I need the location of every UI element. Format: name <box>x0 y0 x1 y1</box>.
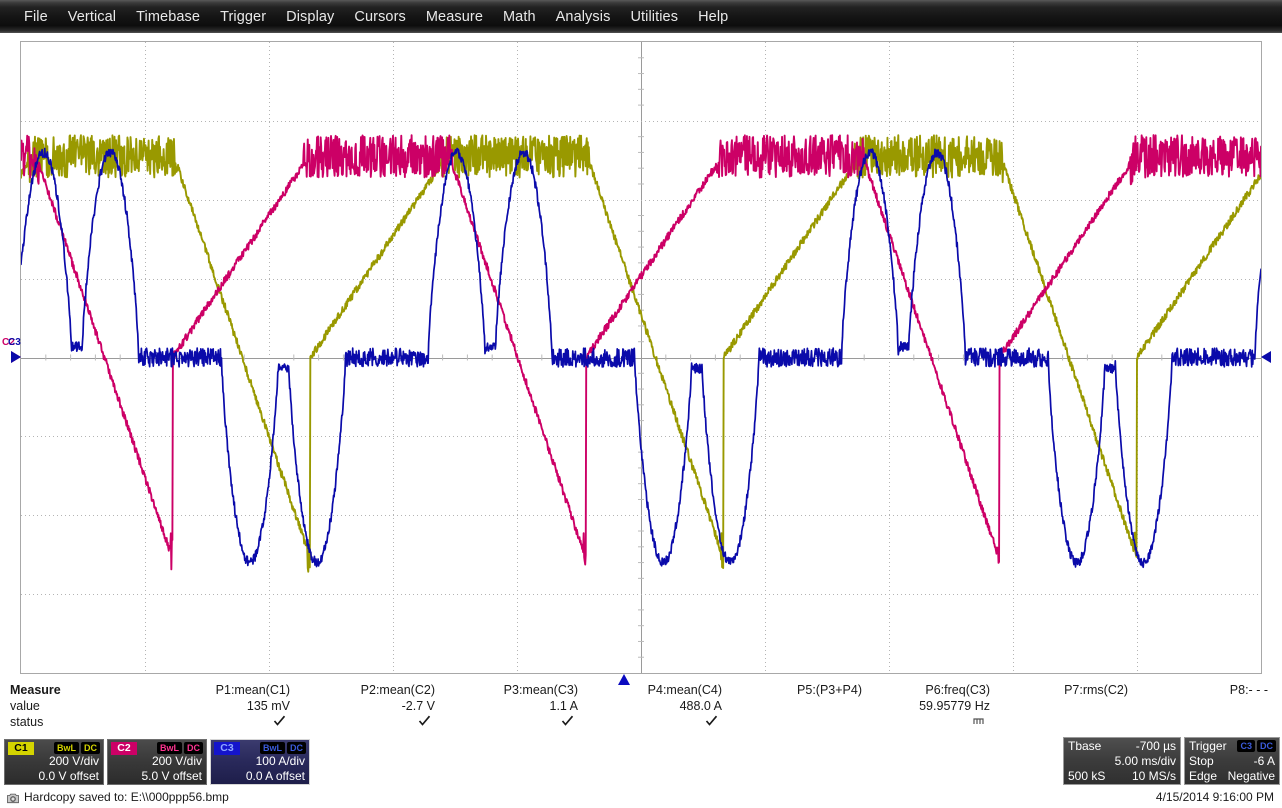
menu-file[interactable]: File <box>14 9 58 25</box>
channel-badge-c3[interactable]: C3 BwL DC 100 A/div 0.0 A offset <box>210 739 310 785</box>
channel-scale-c1: 200 V/div <box>48 754 99 768</box>
measure-p4-name[interactable]: P4:mean(C4) <box>648 683 722 697</box>
measure-panel[interactable]: Measure value status P1:mean(C1) 135 mV P2… <box>0 681 1282 737</box>
menu-vertical[interactable]: Vertical <box>58 9 126 25</box>
menu-trigger[interactable]: Trigger <box>210 9 276 25</box>
marker-c3-ground[interactable] <box>11 350 21 363</box>
status-message: Hardcopy saved to: E:\\000ppp56.bmp <box>24 790 229 804</box>
channel-descriptor-bar: C1 BwL DC 200 V/div 0.0 V offset C2 BwL DC 200 V… <box>4 739 310 785</box>
trace-c2 <box>21 134 1261 571</box>
timebase-memory: 500 kS <box>1068 769 1106 783</box>
channel-tag-c2[interactable]: C2 <box>111 742 137 755</box>
menu-cursors[interactable]: Cursors <box>344 9 415 25</box>
trigger-coupling-flag: DC <box>1257 740 1276 752</box>
measure-p3-name[interactable]: P3:mean(C3) <box>504 683 578 697</box>
coupling-flag-c1[interactable]: DC <box>81 742 100 754</box>
coupling-flag-c2[interactable]: DC <box>184 742 203 754</box>
measure-p8-name[interactable]: P8:- - - <box>1230 683 1268 697</box>
channel-tag-c3[interactable]: C3 <box>214 742 240 755</box>
trace-c1 <box>21 134 1261 573</box>
channel-flags-c3: BwL DC <box>260 742 306 754</box>
status-bar: Hardcopy saved to: E:\\000ppp56.bmp 4/15… <box>0 787 1282 808</box>
coupling-flag-c3[interactable]: DC <box>287 742 306 754</box>
waveform-traces <box>21 134 1261 573</box>
measure-p6-value: 59.95779 Hz <box>919 699 990 713</box>
measure-status-label: status <box>10 715 44 729</box>
measure-p2-status-icon <box>418 714 431 730</box>
channel-tag-c1[interactable]: C1 <box>8 742 34 755</box>
graticule[interactable] <box>20 41 1262 674</box>
channel-badge-c1[interactable]: C1 BwL DC 200 V/div 0.0 V offset <box>4 739 104 785</box>
measure-p1-name[interactable]: P1:mean(C1) <box>216 683 290 697</box>
trigger-flags: C3 DC <box>1237 740 1276 752</box>
measure-value-label: value <box>10 699 40 713</box>
channel-offset-c1: 0.0 V offset <box>38 769 100 783</box>
bandwidth-limit-flag-c2[interactable]: BwL <box>157 742 182 754</box>
trigger-source-flag: C3 <box>1237 740 1255 752</box>
bandwidth-limit-flag-c1[interactable]: BwL <box>54 742 79 754</box>
trigger-panel[interactable]: Trigger C3 DC Stop -6 A Edge Negative <box>1184 737 1280 785</box>
timebase-delay: -700 µs <box>1135 739 1176 753</box>
trace-c3 <box>21 147 1261 569</box>
channel-offset-c3: 0.0 A offset <box>245 769 305 783</box>
timebase-rate: 10 MS/s <box>1131 769 1176 783</box>
menu-measure[interactable]: Measure <box>416 9 493 25</box>
timebase-panel[interactable]: Tbase -700 µs 5.00 ms/div 500 kS 10 MS/s <box>1063 737 1181 785</box>
channel-scale-c2: 200 V/div <box>151 754 202 768</box>
menu-bar: File Vertical Timebase Trigger Display Cursor… <box>0 0 1282 33</box>
measure-p4-value: 488.0 A <box>679 699 722 713</box>
channel-badge-c2[interactable]: C2 BwL DC 200 V/div 5.0 V offset <box>107 739 207 785</box>
measure-p6-status-icon <box>973 714 986 730</box>
measure-p2-name[interactable]: P2:mean(C2) <box>361 683 435 697</box>
trigger-label: Trigger <box>1189 739 1227 753</box>
channel-flags-c1: BwL DC <box>54 742 100 754</box>
measure-p1-status-icon <box>273 714 286 730</box>
timebase-label: Tbase <box>1068 739 1102 753</box>
timebase-scale: 5.00 ms/div <box>1114 754 1176 768</box>
status-timestamp: 4/15/2014 9:16:00 PM <box>1155 790 1274 804</box>
menu-analysis[interactable]: Analysis <box>546 9 621 25</box>
menu-math[interactable]: Math <box>493 9 546 25</box>
measure-p7-name[interactable]: P7:rms(C2) <box>1064 683 1128 697</box>
measure-p1-value: 135 mV <box>246 699 290 713</box>
menu-timebase[interactable]: Timebase <box>126 9 210 25</box>
channel-offset-c2: 5.0 V offset <box>141 769 203 783</box>
menu-utilities[interactable]: Utilities <box>620 9 688 25</box>
trigger-slope: Negative <box>1227 769 1275 783</box>
measure-title: Measure <box>10 683 61 697</box>
measure-p5-name[interactable]: P5:(P3+P4) <box>797 683 862 697</box>
menu-display[interactable]: Display <box>276 9 344 25</box>
trigger-type: Edge <box>1189 769 1218 783</box>
measure-p3-value: 1.1 A <box>549 699 579 713</box>
bandwidth-limit-flag-c3[interactable]: BwL <box>260 742 285 754</box>
marker-label-c3: C3 <box>8 336 21 348</box>
channel-scale-c3: 100 A/div <box>255 754 305 768</box>
marker-c3-level[interactable] <box>1261 350 1271 363</box>
channel-flags-c2: BwL DC <box>157 742 203 754</box>
trigger-level: -6 A <box>1253 754 1275 768</box>
measure-p6-name[interactable]: P6:freq(C3) <box>925 683 990 697</box>
menu-help[interactable]: Help <box>688 9 738 25</box>
camera-icon <box>7 793 19 804</box>
measure-p3-status-icon <box>561 714 574 730</box>
measure-p2-value: -2.7 V <box>401 699 435 713</box>
measure-p4-status-icon <box>705 714 718 730</box>
trigger-state: Stop <box>1189 754 1214 768</box>
waveform-display-area: C2 C3 <box>0 33 1282 685</box>
